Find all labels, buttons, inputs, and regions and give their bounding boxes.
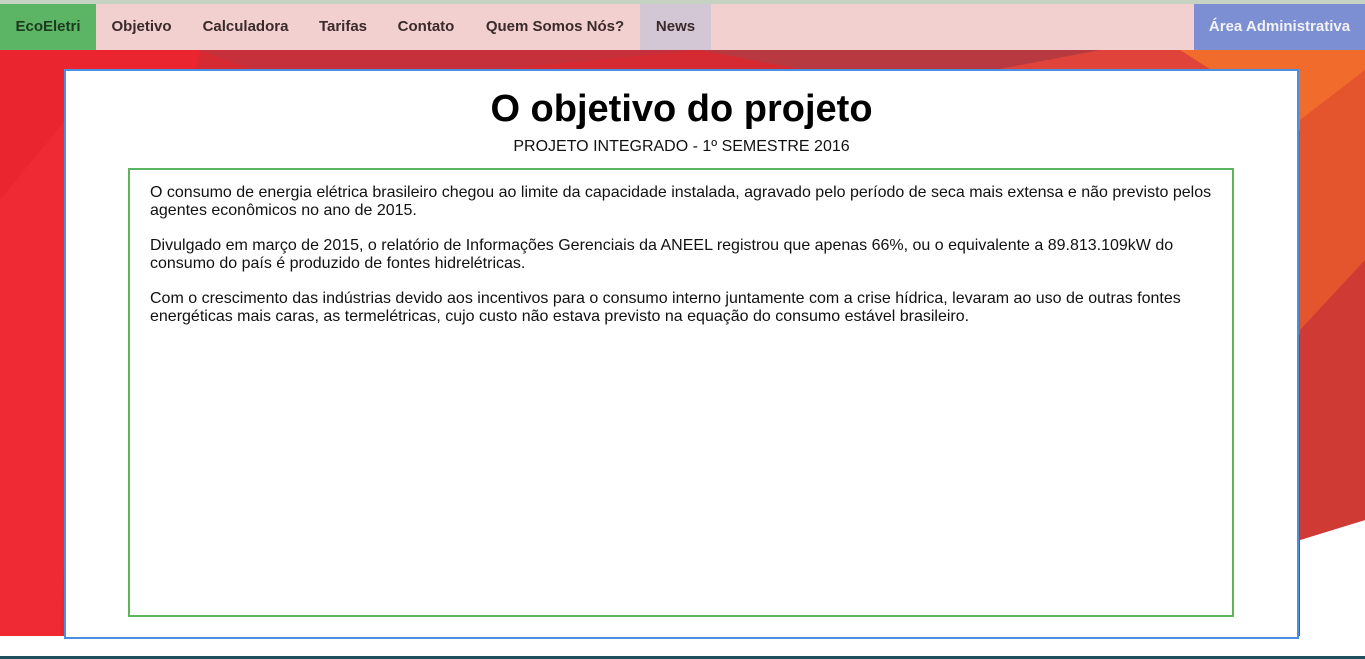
paragraph-termeletricas: Com o crescimento das indústrias devido …	[150, 290, 1181, 325]
nav-item-admin-area[interactable]: Área Administrativa	[1194, 4, 1365, 50]
main-panel: O objetivo do projeto PROJETO INTEGRADO …	[64, 69, 1299, 639]
page-subtitle: PROJETO INTEGRADO - 1º SEMESTRE 2016	[513, 138, 850, 155]
paragraph-aneel: Divulgado em março de 2015, o relatório …	[150, 237, 1174, 272]
content-box: O consumo de energia elétrica brasileiro…	[128, 168, 1234, 617]
paragraph-consumo: O consumo de energia elétrica brasileiro…	[150, 184, 1212, 219]
nav-item-calculadora[interactable]: Calculadora	[187, 4, 304, 50]
nav-item-news[interactable]: News	[640, 4, 711, 50]
nav-item-quem-somos[interactable]: Quem Somos Nós?	[470, 4, 640, 50]
nav-item-objetivo[interactable]: Objetivo	[96, 4, 187, 50]
nav-item-tarifas[interactable]: Tarifas	[304, 4, 382, 50]
nav-brand-ecoeletri[interactable]: EcoEletri	[0, 4, 96, 50]
page-title: O objetivo do projeto	[490, 88, 873, 130]
nav-item-contato[interactable]: Contato	[382, 4, 470, 50]
top-navbar: EcoEletri Objetivo Calculadora Tarifas C…	[0, 4, 1365, 50]
